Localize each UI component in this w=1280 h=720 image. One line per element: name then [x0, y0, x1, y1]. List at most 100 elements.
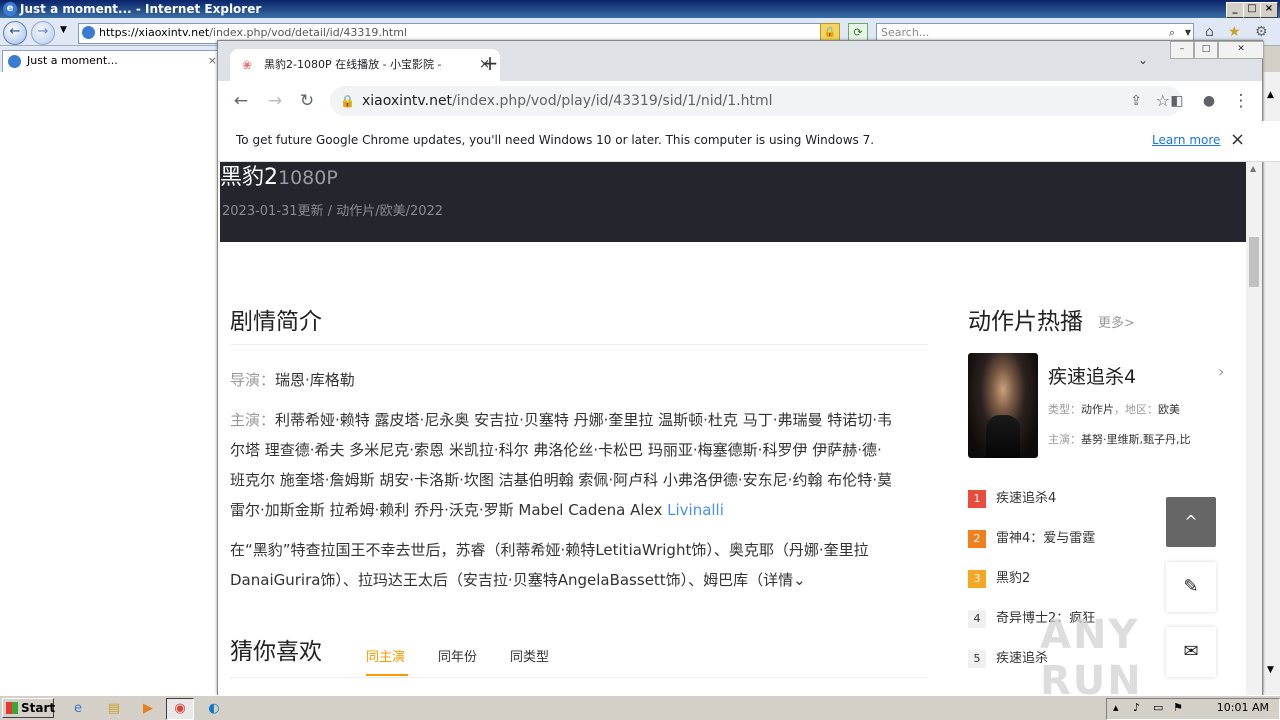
- synopsis-row-2[interactable]: DanaiGurira饰）、拉玛达王太后（安吉拉·贝塞特AngelaBasset…: [230, 565, 930, 595]
- tray-expand-icon[interactable]: ▴: [1113, 699, 1119, 717]
- rank-title[interactable]: 雷神4：爱与雷霆: [996, 531, 1095, 546]
- cast-text-4[interactable]: 雷尔·加斯金斯 拉希姆·赖利 乔丹·沃克·罗斯 Mabel Cadena Ale…: [230, 501, 667, 519]
- chrome-minimize-button[interactable]: –: [1170, 41, 1194, 59]
- chrome-scrollbar[interactable]: ▲: [1246, 162, 1262, 695]
- system-tray: ▴ ♪ ▭ ⚑ 10:01 AM: [1106, 698, 1280, 720]
- guess-section: 猜你喜欢 同主演 同年份 同类型: [230, 632, 930, 676]
- edge-taskbar-icon[interactable]: ◐: [200, 698, 228, 720]
- scroll-thumb[interactable]: [1249, 237, 1259, 287]
- ie-tab-close-icon[interactable]: ×: [208, 51, 217, 71]
- gear-icon[interactable]: ⚙: [1255, 24, 1268, 40]
- ie-url-host: https://xiaoxintv.net: [99, 26, 210, 39]
- guess-heading: 猜你喜欢: [230, 639, 322, 665]
- rank-title[interactable]: 黑豹2: [996, 571, 1030, 586]
- clock: 10:01 AM: [1216, 701, 1269, 714]
- cast-text-1[interactable]: 利蒂希娅·赖特 露皮塔·尼永奥 安吉拉·贝塞特 丹娜·奎里拉 温斯顿·杜克 马丁…: [275, 411, 892, 429]
- chrome-tab-title: 黑豹2-1080P 在线播放 - 小宝影院 -: [264, 58, 442, 71]
- omnibox-path: /index.php/vod/play/id/43319/sid/1/nid/1…: [452, 93, 773, 109]
- chrome-tab[interactable]: ❀ 黑豹2-1080P 在线播放 - 小宝影院 - ×: [230, 49, 500, 81]
- chrome-maximize-button[interactable]: □: [1194, 41, 1218, 59]
- tab-same-year[interactable]: 同年份: [438, 646, 477, 665]
- brush-icon[interactable]: ✎: [1166, 562, 1216, 612]
- rank-title[interactable]: 疾速追杀4: [996, 491, 1056, 506]
- sidebar-title: 动作片热播: [968, 309, 1083, 335]
- featured-type-row: 类型：动作片，地区：欧美: [1048, 401, 1180, 417]
- movie-title: 黑豹2: [220, 165, 278, 190]
- tab-search-chevron-icon[interactable]: ⌄: [1138, 53, 1148, 67]
- back-to-top-button[interactable]: ^: [1166, 497, 1216, 547]
- kebab-menu-icon[interactable]: ⋮: [1230, 90, 1252, 112]
- featured-title[interactable]: 疾速追杀4: [1048, 362, 1136, 389]
- profile-avatar-icon[interactable]: ●: [1198, 90, 1220, 112]
- cast-row-3[interactable]: 班克尔 施奎塔·詹姆斯 胡安·卡洛斯·坎图 洁基伯明翰 索佩·阿卢科 小弗洛伊德…: [230, 465, 930, 495]
- scroll-up-icon[interactable]: ▲: [1267, 90, 1274, 100]
- minimize-button[interactable]: _: [1226, 2, 1244, 18]
- featured-poster[interactable]: [968, 353, 1038, 458]
- rank-number: 3: [968, 570, 986, 588]
- network-icon[interactable]: ▭: [1153, 699, 1163, 717]
- learn-more-link[interactable]: Learn more: [1152, 121, 1220, 159]
- media-player-taskbar-icon[interactable]: ▶: [134, 698, 162, 720]
- director-name[interactable]: 瑞恩·库格勒: [275, 371, 355, 389]
- ie-taskbar-icon[interactable]: e: [64, 698, 92, 720]
- start-button[interactable]: Start: [2, 698, 55, 718]
- plot-heading: 剧情简介: [230, 309, 322, 335]
- search-dropdown-icon[interactable]: ▼: [1185, 24, 1191, 41]
- type-value: 动作片: [1081, 403, 1114, 416]
- region-label: ，地区：: [1114, 403, 1158, 416]
- action-center-flag-icon[interactable]: ⚑: [1173, 699, 1183, 717]
- infobar-message: To get future Google Chrome updates, you…: [236, 133, 875, 147]
- ie-tab-label: Just a moment...: [27, 54, 118, 67]
- close-button[interactable]: ×: [1260, 2, 1278, 18]
- more-link[interactable]: 更多>: [1098, 312, 1135, 331]
- new-tab-button[interactable]: +: [480, 53, 500, 73]
- cast-link[interactable]: Livinalli: [667, 501, 724, 519]
- search-icon[interactable]: ⌕: [1169, 24, 1175, 41]
- maximize-button[interactable]: □: [1243, 2, 1261, 18]
- chevron-right-icon[interactable]: ›: [1218, 362, 1224, 381]
- scroll-up-icon[interactable]: ▲: [1250, 164, 1256, 173]
- chrome-taskbar-icon[interactable]: ◉: [166, 698, 194, 720]
- region-value: 欧美: [1158, 403, 1180, 416]
- featured-cast-label: 主演：: [1048, 433, 1081, 446]
- back-arrow-icon[interactable]: ←: [3, 21, 27, 45]
- web-page: 黑豹21080P 2023-01-31更新 / 动作片/欧美/2022 剧情简介…: [218, 162, 1246, 695]
- lock-icon[interactable]: 🔒: [340, 86, 355, 116]
- page-icon: [82, 26, 95, 39]
- volume-icon[interactable]: ♪: [1133, 699, 1140, 717]
- featured-cast-value: 基努·里维斯,甄子丹,比: [1081, 433, 1191, 446]
- windows-logo-icon: [6, 702, 18, 714]
- director-row: 导演：瑞恩·库格勒: [230, 365, 930, 395]
- forward-arrow-icon[interactable]: →: [31, 21, 55, 45]
- ie-tab-favicon: [8, 55, 21, 68]
- back-icon[interactable]: ←: [230, 90, 252, 112]
- ie-window-title: Just a moment... - Internet Explorer: [20, 2, 262, 16]
- cast-row-1: 主演：利蒂希娅·赖特 露皮塔·尼永奥 安吉拉·贝塞特 丹娜·奎里拉 温斯顿·杜克…: [230, 405, 930, 435]
- reload-icon[interactable]: ↻: [296, 90, 318, 112]
- folder-taskbar-icon[interactable]: ▤: [100, 698, 128, 720]
- tab-same-cast[interactable]: 同主演: [366, 646, 405, 665]
- history-dropdown-icon[interactable]: ▼: [60, 25, 67, 35]
- scroll-down-icon[interactable]: ▼: [1267, 665, 1274, 675]
- ie-tab[interactable]: Just a moment... ×: [2, 50, 222, 73]
- side-panel-icon[interactable]: ◧: [1166, 90, 1188, 112]
- chrome-close-button[interactable]: ✕: [1218, 41, 1264, 59]
- cast-row-2[interactable]: 尔塔 理查德·希夫 多米尼克·索恩 米凯拉·科尔 弗洛伦丝·卡松巴 玛丽亚·梅塞…: [230, 435, 930, 465]
- home-icon[interactable]: ⌂: [1205, 24, 1214, 40]
- omnibox[interactable]: 🔒 xiaoxintv.net/index.php/vod/play/id/43…: [330, 86, 1182, 116]
- forward-icon[interactable]: →: [264, 90, 286, 112]
- cast-row-4: 雷尔·加斯金斯 拉希姆·赖利 乔丹·沃克·罗斯 Mabel Cadena Ale…: [230, 495, 930, 525]
- ie-url-path: /index.php/vod/detail/id/43319.html: [209, 26, 407, 39]
- favorites-star-icon[interactable]: ★: [1228, 24, 1241, 40]
- chrome-window: ❀ 黑豹2-1080P 在线播放 - 小宝影院 - × + ⌄ – □ ✕ ← …: [217, 40, 1280, 695]
- movie-meta: 2023-01-31更新 / 动作片/欧美/2022: [222, 204, 444, 219]
- ie-logo-icon: e: [3, 2, 17, 16]
- share-icon[interactable]: ⇪: [1130, 86, 1142, 116]
- featured-cast-row: 主演：基努·里维斯,甄子丹,比: [1048, 431, 1191, 447]
- update-infobar: To get future Google Chrome updates, you…: [218, 121, 1280, 162]
- ie-scrollbar[interactable]: ▲ ▼: [1263, 72, 1280, 695]
- anyrun-watermark: ANY RUN: [1040, 612, 1143, 695]
- tab-same-type[interactable]: 同类型: [510, 646, 549, 665]
- infobar-close-icon[interactable]: ×: [1230, 121, 1245, 159]
- movie-header: 黑豹21080P 2023-01-31更新 / 动作片/欧美/2022: [220, 162, 1246, 242]
